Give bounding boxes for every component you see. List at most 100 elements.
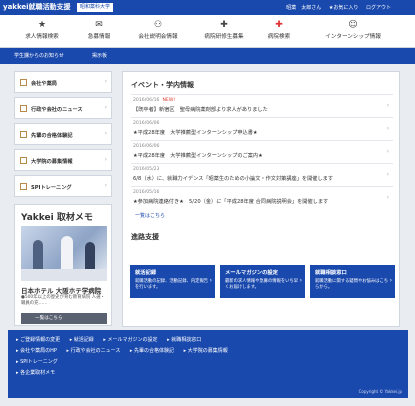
footer-row: ▸ 会社や薬局のHP ▸ 行政や会社のニュース ▸ 先輩の合格体験記 ▸ 大学院… <box>16 347 236 356</box>
yakkei-title: Yakkei 取材メモ <box>21 213 93 223</box>
news-date: 2016/06/06 <box>133 121 160 126</box>
news-item[interactable]: 2016/05/16 ★参加病院連絡付き★ 5/20（金）に「平成28年度 合同… <box>131 186 393 207</box>
nav-item-briefings[interactable]: ⚇ 会社説明会情報 <box>124 18 192 40</box>
copyright: Copyright © Yakkei.jp <box>358 389 402 394</box>
chevron-right-icon: › <box>209 277 212 284</box>
footer-row: ▸ SPIトレーニング <box>16 358 66 367</box>
yakkei-text: ●500年以上の歴史が育む教育病院 人選・職員の充…… <box>21 295 105 306</box>
nav-label: インターンシップ情報 <box>325 34 381 40</box>
footer-link[interactable]: ▸ 先輩の合格体験記 <box>130 348 174 354</box>
footer-link[interactable]: ▸ 各企業取材メモ <box>16 370 55 376</box>
news-date: 2016/06/06 <box>133 144 160 149</box>
news-item[interactable]: 2016/06/06 ★平成28年度 大学推薦型インターンシップのご案内★ › <box>131 140 393 161</box>
new-badge: NEW! <box>162 98 176 103</box>
nav-item-urgent[interactable]: ✉ 急募情報 <box>76 18 122 40</box>
site-logo[interactable]: yakkei就職活動支援 <box>3 2 71 12</box>
footer-link[interactable]: ▸ ご登録情報の変更 <box>16 337 60 343</box>
yakkei-caption: 日本ホテル 大阪ホテ学病院 <box>21 287 102 295</box>
sidebar-item-experiences[interactable]: 先輩の合格体験記 › <box>14 123 112 145</box>
yakkei-more-button[interactable]: 一覧はこちら <box>21 313 107 324</box>
chevron-right-icon: › <box>104 182 107 189</box>
careers-title: 進路支援 <box>131 233 159 241</box>
person-shape <box>61 236 73 270</box>
nav-item-job-search[interactable]: ★ 求人情報検索 <box>14 18 70 40</box>
footer-link[interactable]: ▸ 就職相談窓口 <box>167 337 201 343</box>
footer-row: ▸ 各企業取材メモ <box>16 369 63 378</box>
footer-row: ▸ ご登録情報の変更 ▸ 就活記録 ▸ メールマガジンの設定 ▸ 就職相談窓口 <box>16 336 209 345</box>
hospital-icon: ✚ <box>275 20 283 30</box>
footer-link[interactable]: ▸ 行政や会社のニュース <box>66 348 120 354</box>
chevron-right-icon: › <box>386 148 389 155</box>
nav-label: 急募情報 <box>87 34 111 40</box>
card-desc: 最新の求人情報や急募の情報をいち早くお届けします。 <box>225 279 299 290</box>
footer-link[interactable]: ▸ 会社や薬局のHP <box>16 348 57 354</box>
nav-label: 求人情報検索 <box>25 34 59 40</box>
news-item[interactable]: 2016/06/16 NEW! 【既卒者】新宿区 聖母病院薬剤部より求人がありまし… <box>131 94 393 115</box>
person-shape <box>33 240 43 270</box>
student-notice-link[interactable]: 学生課からのお知らせ <box>14 52 64 59</box>
sidebar-item-label: SPIトレーニング <box>31 185 72 191</box>
medical-cross-icon: ✚ <box>220 20 228 30</box>
card-title: 就活記録 <box>135 270 157 276</box>
news-title: ★平成28年度 大学推薦型インターンシップのご案内★ <box>133 153 263 159</box>
yakkei-memo-box: Yakkei 取材メモ 日本ホテル 大阪ホテ学病院 ●500年以上の歴史が育む教… <box>14 204 112 326</box>
card-desc: 就職活動に関する疑問やお悩みはこちらから。 <box>315 279 389 290</box>
chevron-right-icon: › <box>386 102 389 109</box>
footer-link[interactable]: ▸ 就活記録 <box>70 337 94 343</box>
news-date: 2016/05/16 <box>133 190 160 195</box>
star-icon: ★ <box>37 20 47 30</box>
footer-link[interactable]: ▸ SPIトレーニング <box>16 359 58 365</box>
footer-link[interactable]: ▸ メールマガジンの設定 <box>103 337 157 343</box>
person-shape <box>85 242 95 270</box>
logout-link[interactable]: ログアウト <box>366 5 391 11</box>
chevron-right-icon: › <box>386 171 389 178</box>
sidebar-item-label: 会社や薬局 <box>31 81 57 87</box>
user-name-link[interactable]: 昭薬 太郎さん <box>286 5 321 11</box>
square-icon <box>20 79 27 86</box>
square-icon <box>20 105 27 112</box>
footer: ▸ ご登録情報の変更 ▸ 就活記録 ▸ メールマガジンの設定 ▸ 就職相談窓口 … <box>8 330 408 398</box>
news-title: 6/8（水）に、就職力イデンス「昭薬生のための小論文・作文対策講座」を開催します <box>133 176 334 182</box>
sidebar-item-spi[interactable]: SPIトレーニング › <box>14 175 112 197</box>
career-card-record[interactable]: 就活記録 就職活動の記録、活動記録、内定報告を行います。 › <box>130 265 215 298</box>
people-icon: ⚇ <box>153 20 163 30</box>
nav-item-internship[interactable]: ☺ インターンシップ情報 <box>305 18 401 40</box>
career-card-newsletter[interactable]: メールマガジンの設定 最新の求人情報や急募の情報をいち早くお届けします。 › <box>220 265 305 298</box>
chevron-right-icon: › <box>104 78 107 85</box>
square-icon <box>20 157 27 164</box>
nav-label: 病院検索 <box>267 34 291 40</box>
nav-label: 病院研修生募集 <box>204 34 244 40</box>
favorites-link[interactable]: ★お気に入り <box>329 5 358 11</box>
footer-link[interactable]: ▸ 大学院の募集情報 <box>184 348 228 354</box>
career-card-consultation[interactable]: 就職相談窓口 就職活動に関する疑問やお悩みはこちらから。 › <box>310 265 395 298</box>
chevron-right-icon: › <box>389 277 392 284</box>
events-title: イベント・学内情報 <box>131 81 194 89</box>
nav-item-hospital-training[interactable]: ✚ 病院研修生募集 <box>193 18 255 40</box>
news-item[interactable]: 2016/06/06 ★平成28年度 大学推薦型インターンシップ申込書★ › <box>131 117 393 138</box>
bulletin-board-link[interactable]: 掲示板 <box>92 52 107 59</box>
header-links: 昭薬 太郎さん ★お気に入り ログアウト <box>280 4 391 11</box>
main-nav: ★ 求人情報検索 ✉ 急募情報 ⚇ 会社説明会情報 ✚ 病院研修生募集 ✚ 病院… <box>0 15 415 48</box>
chevron-right-icon: › <box>104 130 107 137</box>
chevron-right-icon: › <box>104 156 107 163</box>
card-desc: 就職活動の記録、活動記録、内定報告を行います。 <box>135 279 209 290</box>
desk-shape <box>21 269 107 281</box>
school-badge: 昭和薬科大学 <box>77 3 114 12</box>
sub-bar: 学生課からのお知らせ 掲示板 <box>0 48 415 64</box>
interview-photo[interactable] <box>21 226 107 281</box>
top-bar: yakkei就職活動支援 昭和薬科大学 昭薬 太郎さん ★お気に入り ログアウト <box>0 0 415 15</box>
news-title: ★参加病院連絡付き★ 5/20（金）に「平成28年度 合同病院説明会」を開催しま… <box>133 199 329 205</box>
mail-icon: ✉ <box>95 20 103 30</box>
nav-item-hospital-search[interactable]: ✚ 病院検索 <box>258 18 300 40</box>
sidebar-item-news[interactable]: 行政や会社のニュース › <box>14 97 112 119</box>
news-item[interactable]: 2016/05/23 6/8（水）に、就職力イデンス「昭薬生のための小論文・作文… <box>131 163 393 184</box>
sidebar-item-companies[interactable]: 会社や薬局 › <box>14 71 112 93</box>
nav-label: 会社説明会情報 <box>138 34 178 40</box>
sidebar-item-graduate[interactable]: 大学院の募集情報 › <box>14 149 112 171</box>
chevron-right-icon: › <box>386 194 389 201</box>
news-title: 【既卒者】新宿区 聖母病院薬剤部より求人がありました <box>133 107 268 113</box>
sidebar-item-label: 先輩の合格体験記 <box>31 133 73 139</box>
events-more-link[interactable]: 一覧はこちら <box>135 212 165 219</box>
person-icon: ☺ <box>348 20 358 30</box>
card-title: 就職相談窓口 <box>315 270 347 276</box>
